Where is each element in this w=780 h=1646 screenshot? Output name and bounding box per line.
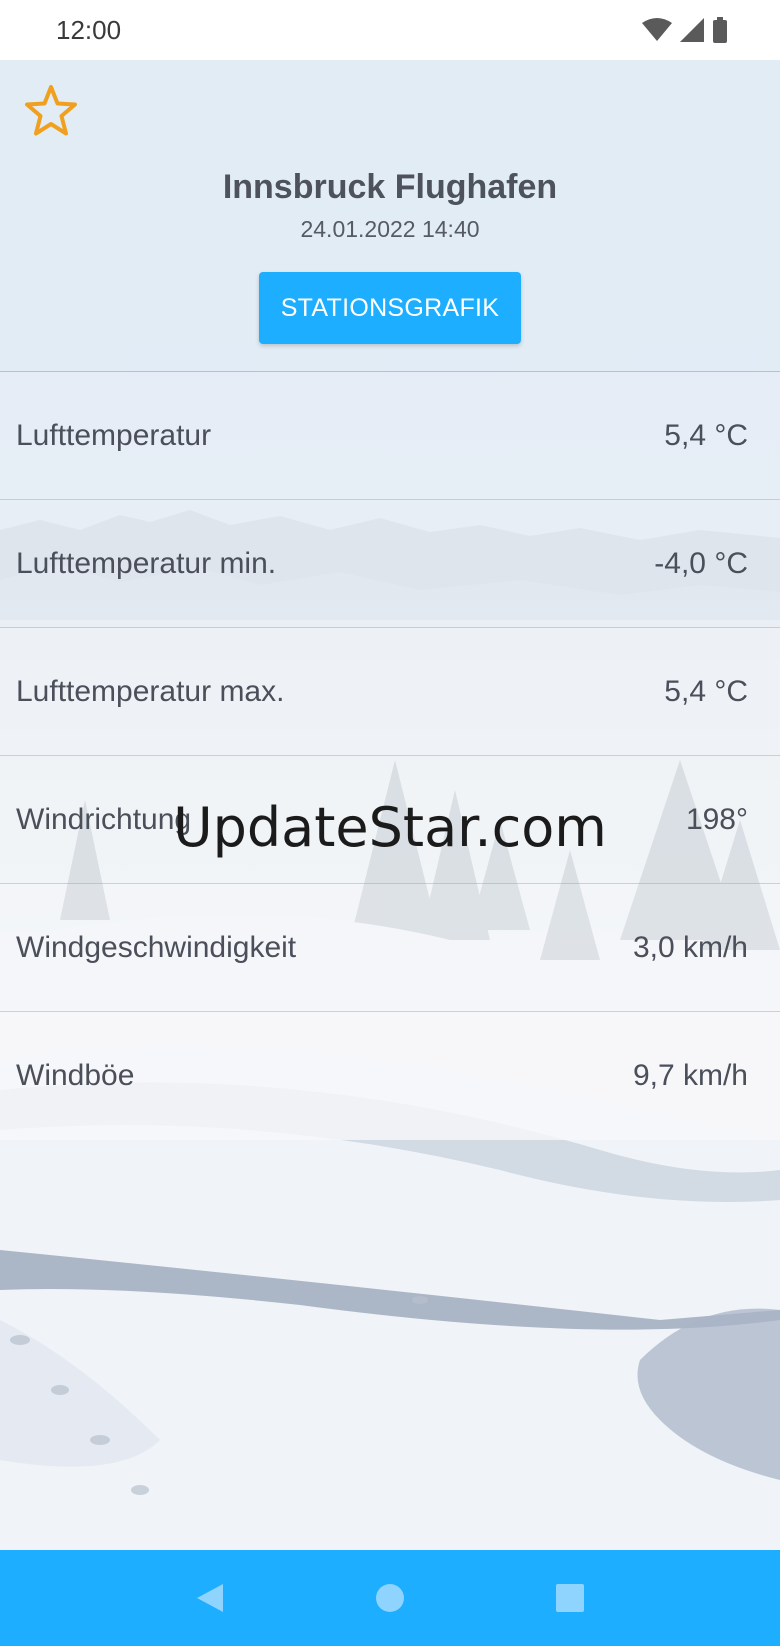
measurement-value: 9,7 km/h xyxy=(632,1059,748,1092)
measurement-list: Lufttemperatur 5,4 °C Lufttemperatur min… xyxy=(0,372,780,1140)
navigation-bar xyxy=(0,1550,780,1646)
measurement-label: Lufttemperatur max. xyxy=(16,674,285,708)
measurement-value: 5,4 °C xyxy=(664,418,748,452)
measurement-value: -4,0 °C xyxy=(654,546,748,580)
measurement-label: Lufttemperatur xyxy=(16,418,212,452)
status-icons xyxy=(642,17,728,43)
station-header: Innsbruck Flughafen 24.01.2022 14:40 STA… xyxy=(0,60,780,372)
measurement-label: Windgeschwindigkeit xyxy=(16,930,297,964)
measurement-row-lufttemperatur: Lufttemperatur 5,4 °C xyxy=(0,372,780,500)
back-icon[interactable] xyxy=(180,1568,240,1628)
recents-icon[interactable] xyxy=(540,1568,600,1628)
star-outline-icon[interactable] xyxy=(22,82,80,140)
station-datetime: 24.01.2022 14:40 xyxy=(300,216,480,242)
measurement-value: 5,4 °C xyxy=(664,674,748,708)
stationsgrafik-button[interactable]: STATIONSGRAFIK xyxy=(259,272,521,344)
battery-icon xyxy=(712,17,728,43)
measurement-label: Lufttemperatur min. xyxy=(16,546,277,580)
status-time: 12:00 xyxy=(56,14,122,45)
status-bar: 12:00 xyxy=(0,0,780,60)
measurement-row-windgeschwindigkeit: Windgeschwindigkeit 3,0 km/h xyxy=(0,884,780,1012)
home-icon[interactable] xyxy=(360,1568,420,1628)
measurement-row-lufttemperatur-min: Lufttemperatur min. -4,0 °C xyxy=(0,500,780,628)
measurement-value: 3,0 km/h xyxy=(632,930,748,964)
wifi-icon xyxy=(642,18,672,42)
measurement-label: Windböe xyxy=(16,1059,135,1092)
measurement-row-windboe: Windböe 9,7 km/h xyxy=(0,1012,780,1140)
measurement-row-lufttemperatur-max: Lufttemperatur max. 5,4 °C xyxy=(0,628,780,756)
watermark: UpdateStar.com xyxy=(173,796,607,859)
station-name: Innsbruck Flughafen xyxy=(222,168,558,206)
signal-icon xyxy=(680,18,704,42)
